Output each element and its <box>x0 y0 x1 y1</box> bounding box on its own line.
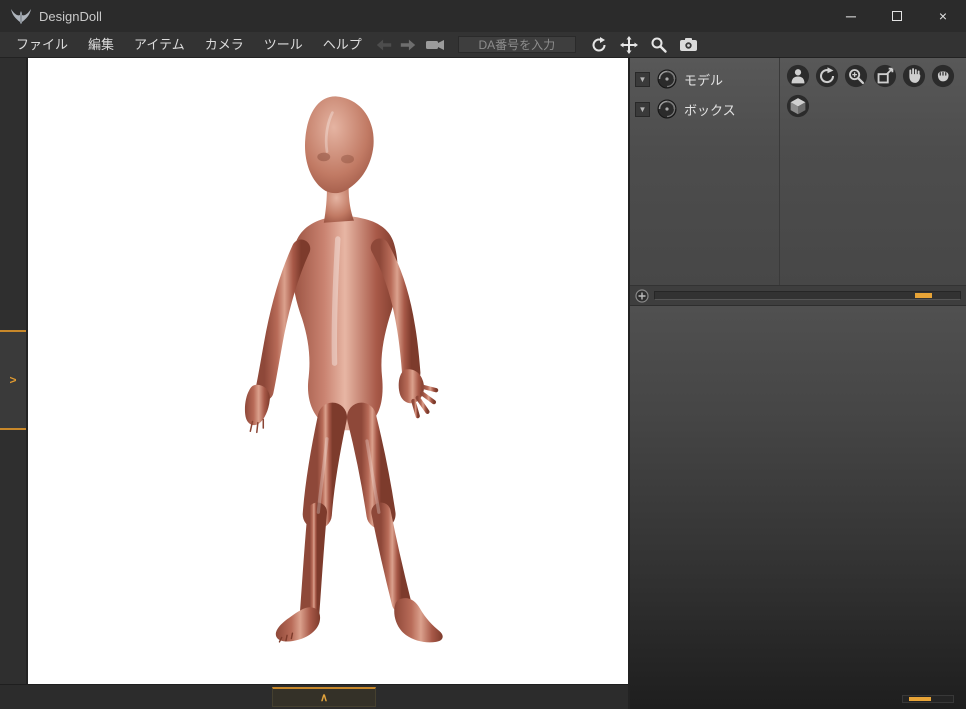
redo-forward-button[interactable] <box>397 35 419 55</box>
app-window: DesignDoll ─ × ファイル 編集 アイテム カメラ ツール ヘルプ <box>0 0 966 709</box>
maximize-icon <box>892 11 902 21</box>
box-dropdown-button[interactable]: ▼ <box>635 101 650 117</box>
add-circle-icon[interactable] <box>635 288 649 303</box>
hand-tool-button[interactable] <box>901 63 927 89</box>
designdoll-logo-icon <box>11 9 31 24</box>
camera-icon <box>680 38 698 51</box>
viewport-canvas[interactable] <box>28 58 628 684</box>
timeline-scroll-row <box>630 286 966 306</box>
side-panel-tab[interactable]: > <box>0 330 26 430</box>
properties-panel <box>630 306 966 709</box>
window-title: DesignDoll <box>39 8 102 24</box>
rotate-icon <box>592 36 606 51</box>
menu-item-camera[interactable]: カメラ <box>195 32 254 58</box>
webcam-icon <box>425 39 444 50</box>
rotate-view-button[interactable] <box>587 34 611 56</box>
scene-tree: ▼ モデル ▼ ボックス <box>630 58 780 285</box>
zoom-view-button[interactable] <box>647 34 671 56</box>
viewport-column: > ∧ <box>0 58 628 709</box>
bottom-scrollbar[interactable] <box>902 695 954 703</box>
webcam-capture-button[interactable] <box>423 34 447 56</box>
sphere-gizmo-icon <box>657 99 677 119</box>
cube-icon <box>786 94 810 118</box>
panel-toolbar <box>780 58 966 285</box>
orbit-icon <box>815 64 839 88</box>
fist-icon <box>931 64 955 88</box>
scrollbar-handle[interactable] <box>915 293 932 298</box>
frame-target-button[interactable] <box>872 63 898 89</box>
target-box-icon <box>873 64 897 88</box>
grab-tool-button[interactable] <box>930 63 956 89</box>
tree-label-model: モデル <box>684 72 724 88</box>
menu-item-edit[interactable]: 編集 <box>78 32 124 58</box>
scene-tree-section: ▼ モデル ▼ ボックス <box>630 58 966 286</box>
doll-icon <box>786 64 810 88</box>
tree-row-model[interactable]: ▼ モデル <box>630 64 779 94</box>
minimize-button[interactable]: ─ <box>828 0 874 32</box>
menu-item-help[interactable]: ヘルプ <box>313 32 372 58</box>
move-icon <box>619 35 638 54</box>
close-button[interactable]: × <box>920 0 966 32</box>
magnifier-icon <box>651 37 667 53</box>
menu-item-file[interactable]: ファイル <box>6 32 78 58</box>
maximize-button[interactable] <box>874 0 920 32</box>
left-side-strip: > <box>0 58 28 684</box>
model-dropdown-button[interactable]: ▼ <box>635 71 650 87</box>
bottom-scrollbar-handle[interactable] <box>909 697 931 701</box>
right-panel: ▼ モデル ▼ ボックス <box>628 58 966 709</box>
screenshot-button[interactable] <box>677 34 701 56</box>
pan-view-button[interactable] <box>617 34 641 56</box>
viewport-bottom-bar: ∧ <box>0 684 628 709</box>
hand-icon <box>902 64 926 88</box>
forward-arrow-icon <box>400 39 415 50</box>
tree-label-box: ボックス <box>684 102 736 118</box>
orbit-tool-button[interactable] <box>814 63 840 89</box>
back-arrow-icon <box>376 39 391 50</box>
menubar: ファイル 編集 アイテム カメラ ツール ヘルプ <box>0 32 966 58</box>
sphere-gizmo-icon <box>657 69 677 89</box>
titlebar: DesignDoll ─ × <box>0 0 966 32</box>
expand-timeline-button[interactable]: ∧ <box>272 687 376 707</box>
zoom-tool-button[interactable] <box>843 63 869 89</box>
horizontal-scrollbar[interactable] <box>654 291 961 300</box>
zoom-plus-icon <box>844 64 868 88</box>
box-primitive-button[interactable] <box>785 93 811 119</box>
main-area: > ∧ ▼ モデル ▼ ボックス <box>0 58 966 709</box>
doll-render <box>244 96 443 643</box>
menu-item-item[interactable]: アイテム <box>124 32 195 58</box>
menu-item-tools[interactable]: ツール <box>254 32 313 58</box>
doll-mode-button[interactable] <box>785 63 811 89</box>
tree-row-box[interactable]: ▼ ボックス <box>630 94 779 124</box>
da-number-input[interactable] <box>457 36 576 53</box>
undo-back-button[interactable] <box>373 35 395 55</box>
